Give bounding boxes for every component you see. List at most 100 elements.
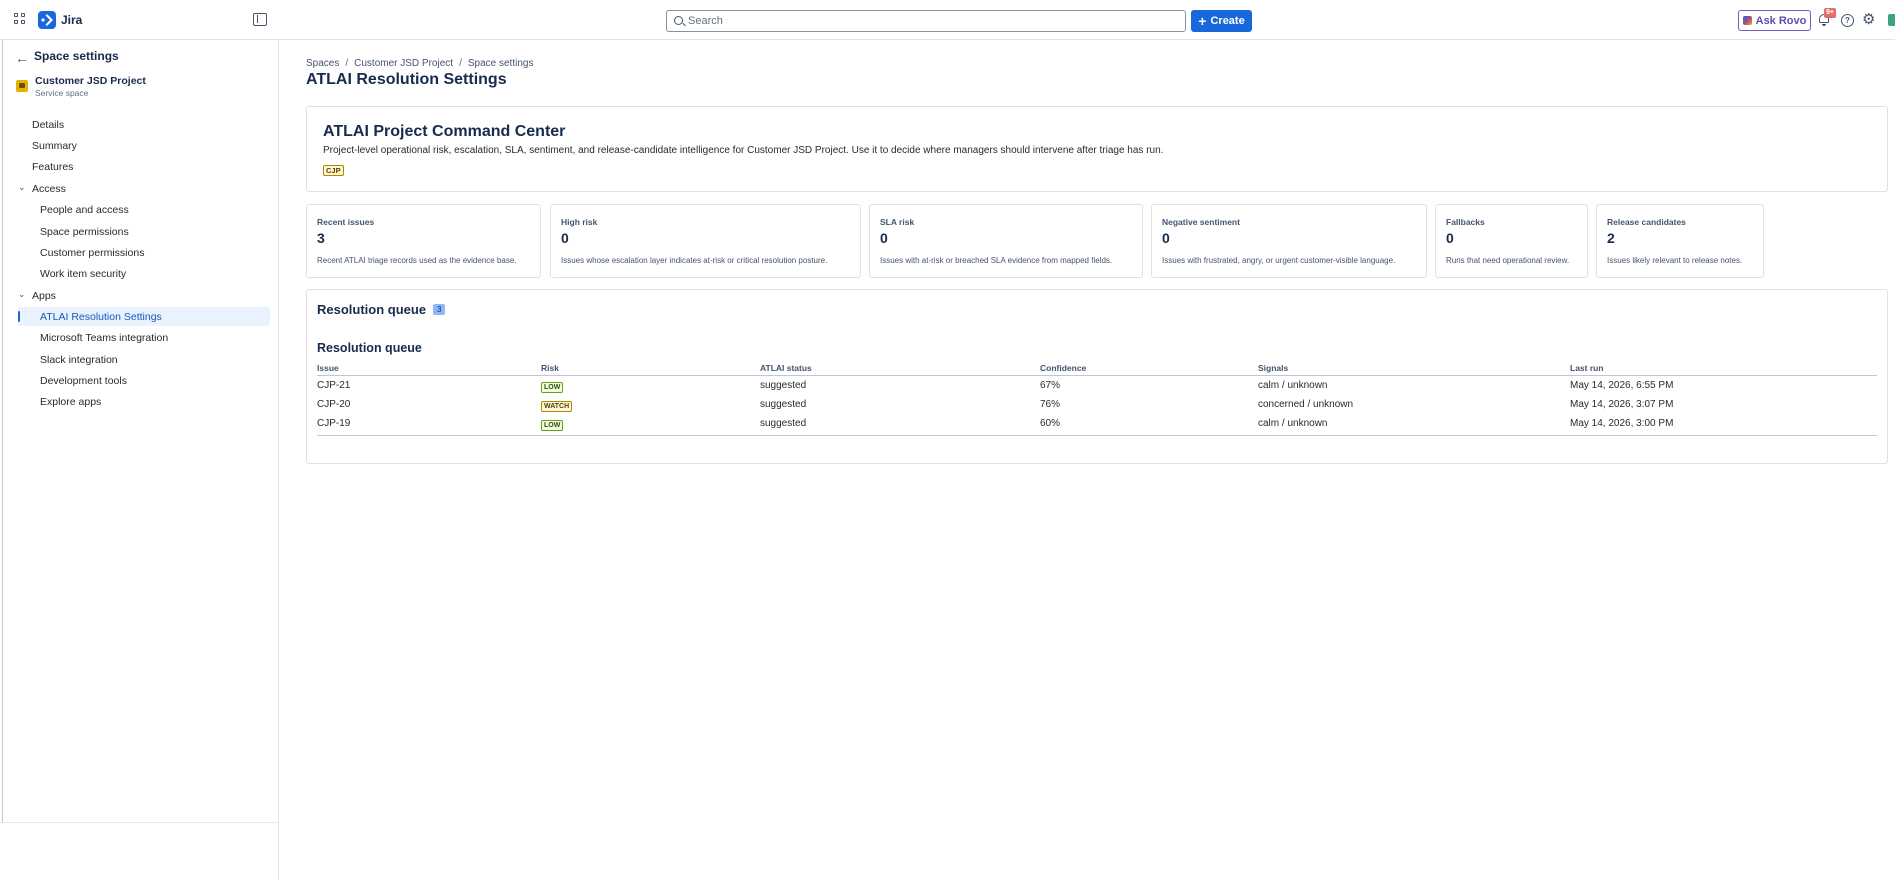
atlai-status: suggested: [760, 380, 807, 391]
sidebar-toggle-icon[interactable]: [253, 13, 267, 26]
sidebar-item-space-permissions[interactable]: Space permissions: [18, 222, 270, 241]
stat-title: Recent issues: [317, 217, 375, 227]
project-name[interactable]: Customer JSD Project: [35, 75, 146, 87]
risk-label: WATCH: [541, 401, 573, 412]
stat-title: High risk: [561, 217, 598, 227]
sidebar-item-microsoft-teams[interactable]: Microsoft Teams integration: [18, 328, 270, 347]
column-header-signals: Signals: [1258, 363, 1289, 373]
top-navigation: Jira + Create Ask Rovo 9+ ? ⚙: [0, 0, 1895, 40]
column-header-confidence: Confidence: [1040, 363, 1087, 373]
create-button[interactable]: + Create: [1191, 10, 1252, 32]
table-row[interactable]: CJP-21 LOW suggested 67% calm / unknown …: [317, 378, 1877, 397]
sidebar-title: Space settings: [34, 49, 119, 63]
column-header-last-run: Last run: [1570, 363, 1604, 373]
confidence: 60%: [1040, 418, 1061, 429]
sidebar-item-slack[interactable]: Slack integration: [18, 350, 270, 369]
ask-rovo-label: Ask Rovo: [1755, 14, 1807, 27]
project-type: Service space: [35, 88, 89, 98]
table-row[interactable]: CJP-20 WATCH suggested 76% concerned / u…: [317, 397, 1877, 416]
stat-title: Fallbacks: [1446, 217, 1485, 227]
project-avatar-icon: [16, 80, 28, 92]
stat-description: Recent ATLAI triage records used as the …: [317, 256, 517, 265]
stat-value: 0: [561, 230, 569, 246]
stat-description: Issues whose escalation layer indicates …: [561, 256, 828, 265]
sidebar-item-people-and-access[interactable]: People and access: [18, 200, 270, 219]
sidebar-group-access[interactable]: ⌄ Access: [18, 179, 270, 198]
risk-label: LOW: [541, 382, 564, 393]
project-key-tag: CJP: [323, 165, 344, 176]
stat-value: 2: [1607, 230, 1615, 246]
sidebar-edge: [2, 40, 3, 822]
risk-badge: WATCH: [541, 399, 573, 412]
table-row[interactable]: CJP-19 LOW suggested 60% calm / unknown …: [317, 416, 1877, 435]
search-box[interactable]: [666, 10, 1186, 32]
breadcrumb-project[interactable]: Customer JSD Project: [354, 58, 453, 69]
sidebar-group-apps[interactable]: ⌄ Apps: [18, 286, 270, 305]
sidebar-item-label: ATLAI Resolution Settings: [40, 310, 162, 323]
command-center-title: ATLAI Project Command Center: [323, 123, 566, 140]
sidebar-item-customer-permissions[interactable]: Customer permissions: [18, 243, 270, 262]
notification-badge: 9+: [1824, 8, 1836, 18]
breadcrumb: Spaces / Customer JSD Project / Space se…: [306, 58, 533, 69]
sidebar-divider: [0, 822, 279, 823]
table-header: Issue Risk ATLAI status Confidence Signa…: [317, 363, 1877, 376]
ask-rovo-button[interactable]: Ask Rovo: [1738, 10, 1811, 31]
stat-card-negative-sentiment: Negative sentiment 0 Issues with frustra…: [1151, 204, 1427, 278]
command-center-description: Project-level operational risk, escalati…: [323, 145, 1164, 156]
risk-badge: LOW: [541, 418, 564, 431]
sidebar-item-label: Work item security: [40, 267, 127, 280]
stat-card-fallbacks: Fallbacks 0 Runs that need operational r…: [1435, 204, 1588, 278]
confidence: 67%: [1040, 380, 1061, 391]
sidebar-item-details[interactable]: Details: [18, 115, 270, 134]
column-header-issue: Issue: [317, 363, 339, 373]
sidebar-item-features[interactable]: Features: [18, 157, 270, 176]
stat-card-recent-issues: Recent issues 3 Recent ATLAI triage reco…: [306, 204, 541, 278]
signals: calm / unknown: [1258, 380, 1328, 391]
sidebar-item-explore-apps[interactable]: Explore apps: [18, 392, 270, 411]
app-brand[interactable]: Jira: [61, 13, 82, 27]
queue-count-badge: 3: [433, 304, 446, 315]
sidebar-item-label: Development tools: [40, 374, 127, 387]
issue-key[interactable]: CJP-19: [317, 418, 350, 429]
app-switcher-icon[interactable]: [14, 13, 28, 27]
chevron-down-icon: ⌄: [18, 289, 26, 299]
atlai-status: suggested: [760, 399, 807, 410]
search-input[interactable]: [688, 13, 1178, 29]
breadcrumb-separator: /: [345, 58, 349, 69]
sidebar-item-atlai-resolution-settings[interactable]: ATLAI Resolution Settings: [18, 307, 270, 326]
sidebar-item-label: Slack integration: [40, 353, 118, 366]
confidence: 76%: [1040, 399, 1061, 410]
profile-edge-icon[interactable]: [1888, 14, 1895, 26]
stat-card-high-risk: High risk 0 Issues whose escalation laye…: [550, 204, 861, 278]
issue-key[interactable]: CJP-20: [317, 399, 350, 410]
breadcrumb-space-settings[interactable]: Space settings: [468, 58, 534, 69]
sidebar-item-label: Access: [32, 182, 66, 195]
breadcrumb-spaces[interactable]: Spaces: [306, 58, 339, 69]
sidebar-item-work-item-security[interactable]: Work item security: [18, 264, 270, 283]
sidebar-item-summary[interactable]: Summary: [18, 136, 270, 155]
sidebar-item-label: Space permissions: [40, 225, 129, 238]
back-arrow-icon[interactable]: ←: [15, 50, 29, 66]
stat-title: Release candidates: [1607, 217, 1686, 227]
queue-title: Resolution queue: [317, 302, 427, 317]
last-run: May 14, 2026, 3:00 PM: [1570, 418, 1674, 429]
stat-card-sla-risk: SLA risk 0 Issues with at-risk or breach…: [869, 204, 1143, 278]
search-icon: [674, 16, 683, 25]
plus-icon: +: [1198, 13, 1207, 29]
help-icon[interactable]: ?: [1841, 14, 1854, 27]
rovo-icon: [1742, 16, 1752, 25]
jira-logo-icon[interactable]: [38, 11, 56, 29]
issue-key[interactable]: CJP-21: [317, 380, 350, 391]
stat-title: SLA risk: [880, 217, 915, 227]
stat-value: 0: [880, 230, 888, 246]
sidebar-item-development-tools[interactable]: Development tools: [18, 371, 270, 390]
signals: calm / unknown: [1258, 418, 1328, 429]
create-label: Create: [1210, 15, 1245, 27]
stat-description: Issues with frustrated, angry, or urgent…: [1162, 256, 1396, 265]
gear-icon[interactable]: ⚙: [1862, 12, 1876, 27]
stat-card-release-candidates: Release candidates 2 Issues likely relev…: [1596, 204, 1764, 278]
stat-title: Negative sentiment: [1162, 217, 1240, 227]
stat-value: 3: [317, 230, 325, 246]
sidebar-item-label: Apps: [32, 289, 56, 302]
stat-description: Issues with at-risk or breached SLA evid…: [880, 256, 1113, 265]
